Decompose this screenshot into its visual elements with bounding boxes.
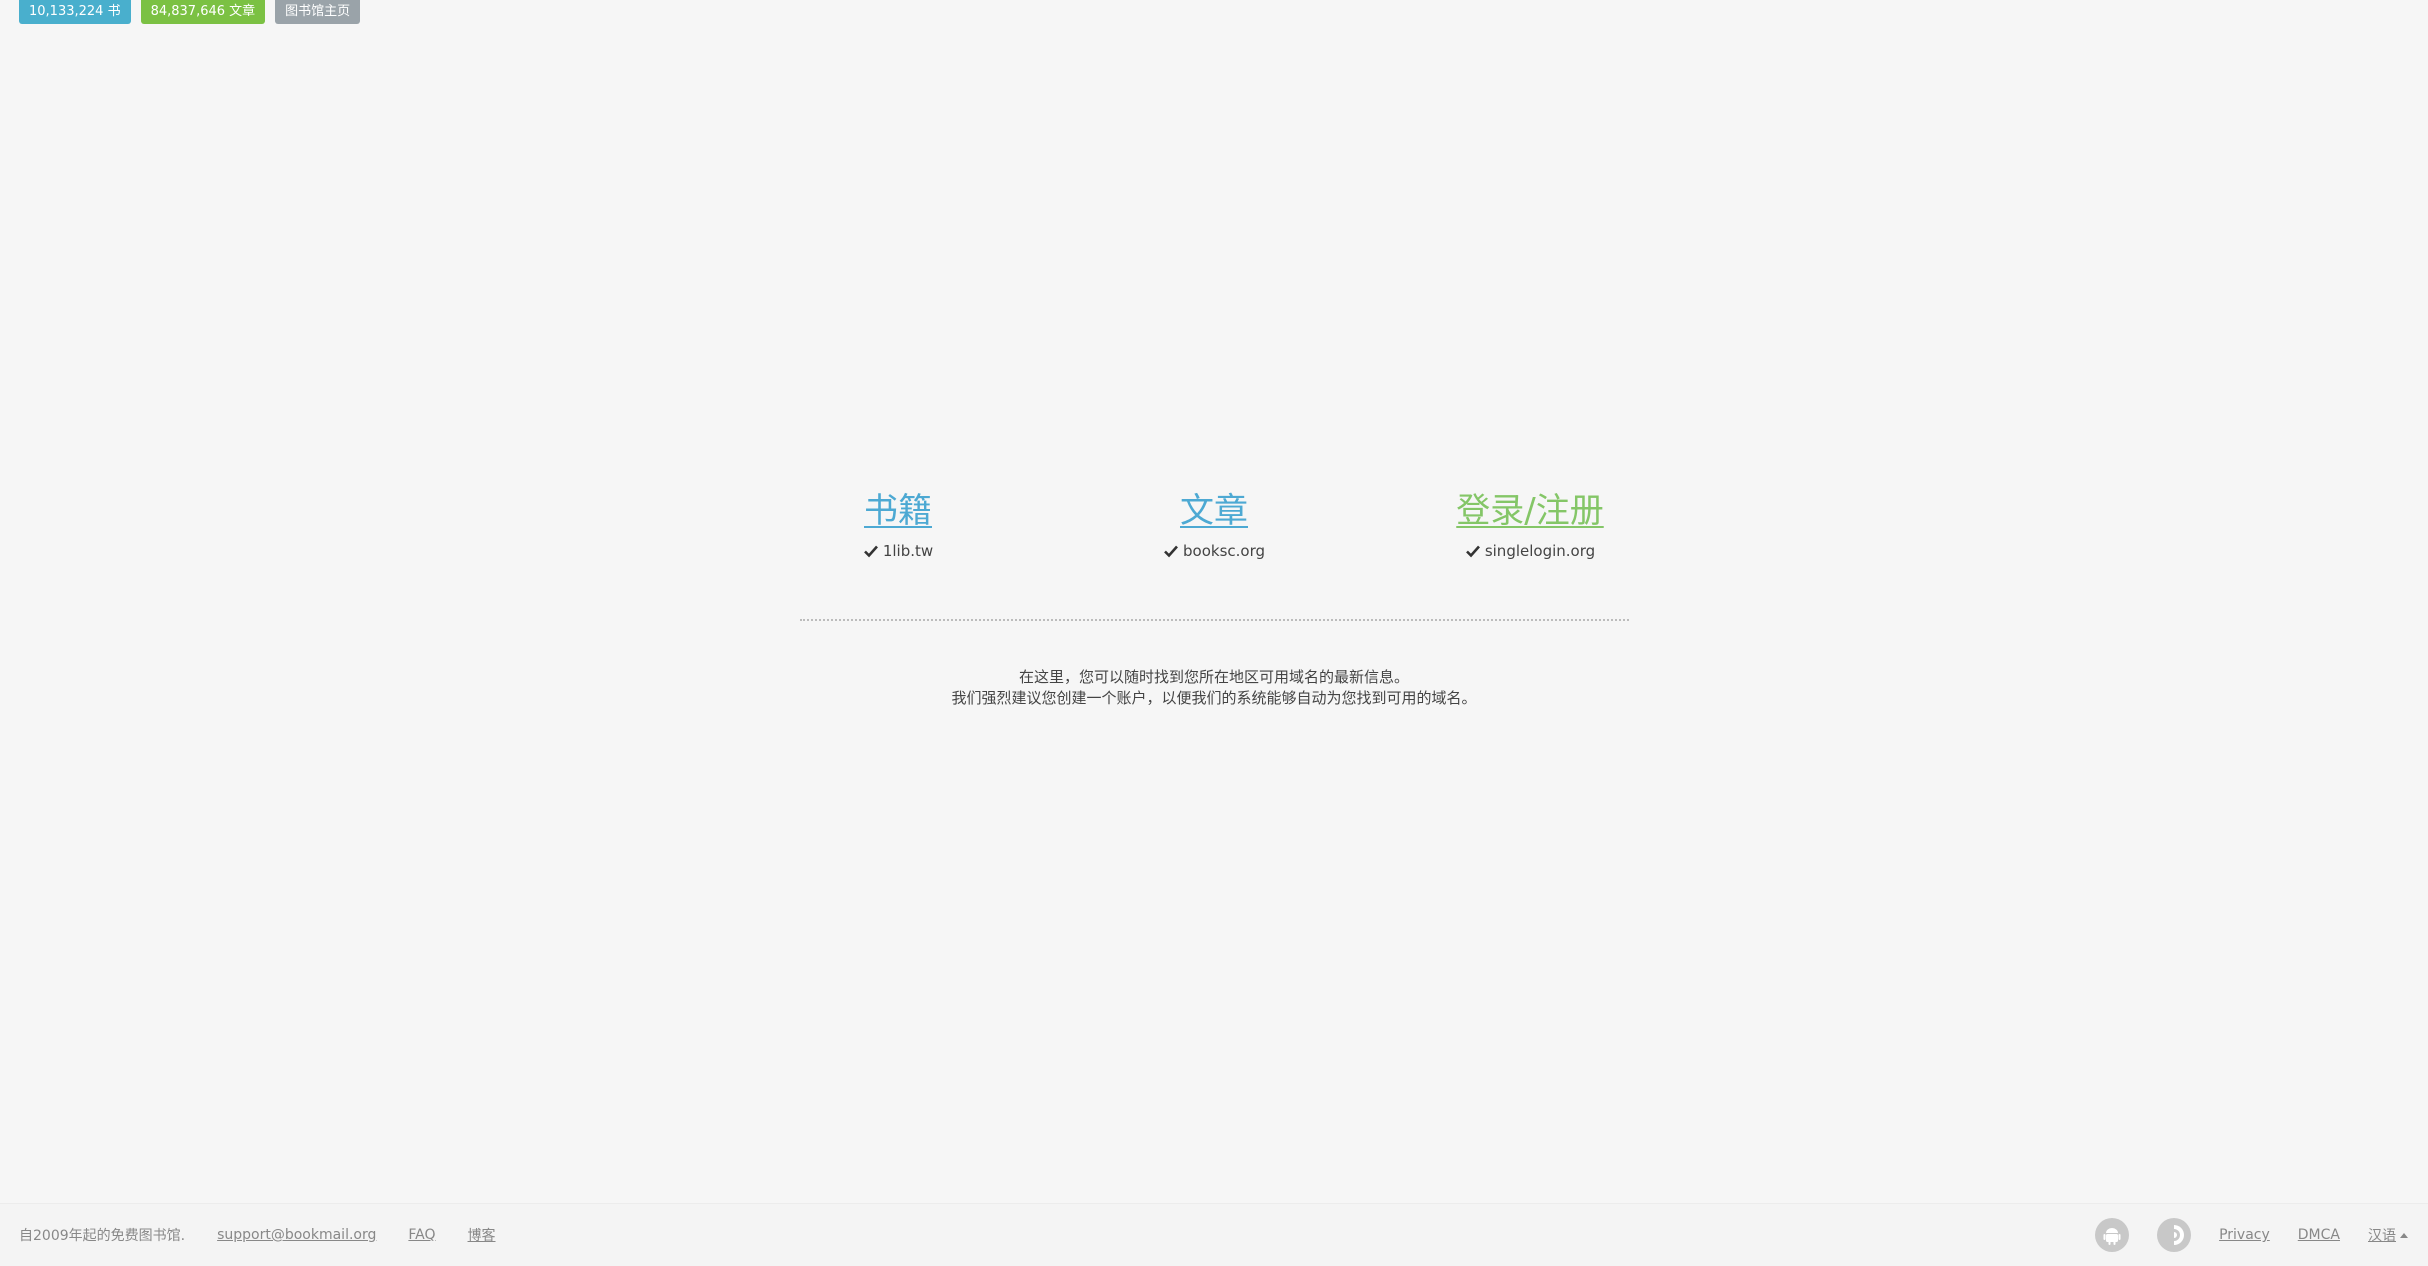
check-icon (1465, 545, 1480, 558)
check-icon (1164, 545, 1178, 558)
dotted-divider (800, 619, 1629, 621)
since-text: 自2009年起的免费图书馆. (19, 1228, 186, 1244)
books-link[interactable]: 书籍 (864, 488, 932, 534)
language-selector[interactable]: 汉语 (2368, 1225, 2408, 1245)
articles-link[interactable]: 文章 (1180, 488, 1248, 534)
footer: 自2009年起的免费图书馆. support@bookmail.org FAQ … (0, 1203, 2428, 1266)
books-link-column: 书籍 1lib.tw (748, 488, 1048, 560)
books-domain: 1lib.tw (748, 542, 1048, 560)
books-domain-text: 1lib.tw (882, 542, 934, 560)
info-line-1: 在这里，您可以随时找到您所在地区可用域名的最新信息。 (1018, 668, 1409, 686)
domain-links: 书籍 1lib.tw 文章 booksc.org 登录/注册 singlelog… (0, 488, 2428, 568)
articles-count-badge[interactable]: 84,837,646 文章 (140, 0, 266, 24)
caret-up-icon (2400, 1232, 2408, 1238)
library-home-badge[interactable]: 图书馆主页 (275, 0, 361, 24)
language-label: 汉语 (2368, 1228, 2396, 1244)
articles-domain: booksc.org (1064, 542, 1364, 560)
articles-link-column: 文章 booksc.org (1064, 488, 1364, 560)
android-icon[interactable] (2095, 1218, 2130, 1252)
info-text: 在这里，您可以随时找到您所在地区可用域名的最新信息。 我们强烈建议您创建一个账户… (0, 667, 2428, 709)
top-stats-bar: 10,133,224 书 84,837,646 文章 图书馆主页 (19, 0, 361, 24)
login-register-link[interactable]: 登录/注册 (1456, 488, 1603, 534)
tor-icon[interactable] (2157, 1218, 2192, 1252)
login-domain: singlelogin.org (1380, 542, 1680, 560)
faq-link[interactable]: FAQ (408, 1227, 435, 1243)
blog-link[interactable]: 博客 (468, 1225, 496, 1245)
check-icon (863, 545, 878, 558)
login-domain-text: singlelogin.org (1484, 542, 1596, 560)
privacy-link[interactable]: Privacy (2219, 1227, 2270, 1243)
dmca-link[interactable]: DMCA (2298, 1227, 2340, 1243)
login-link-column: 登录/注册 singlelogin.org (1380, 488, 1680, 560)
footer-right: Privacy DMCA 汉语 (2095, 1204, 2408, 1266)
tor-glyph-icon (2174, 1225, 2185, 1245)
books-count-badge[interactable]: 10,133,224 书 (19, 0, 131, 24)
info-line-2: 我们强烈建议您创建一个账户，以便我们的系统能够自动为您找到可用的域名。 (951, 689, 1477, 707)
footer-left: 自2009年起的免费图书馆. support@bookmail.org FAQ … (19, 1204, 496, 1266)
articles-domain-text: booksc.org (1183, 542, 1265, 560)
android-glyph-icon (2103, 1228, 2121, 1245)
support-email-link[interactable]: support@bookmail.org (217, 1227, 376, 1243)
